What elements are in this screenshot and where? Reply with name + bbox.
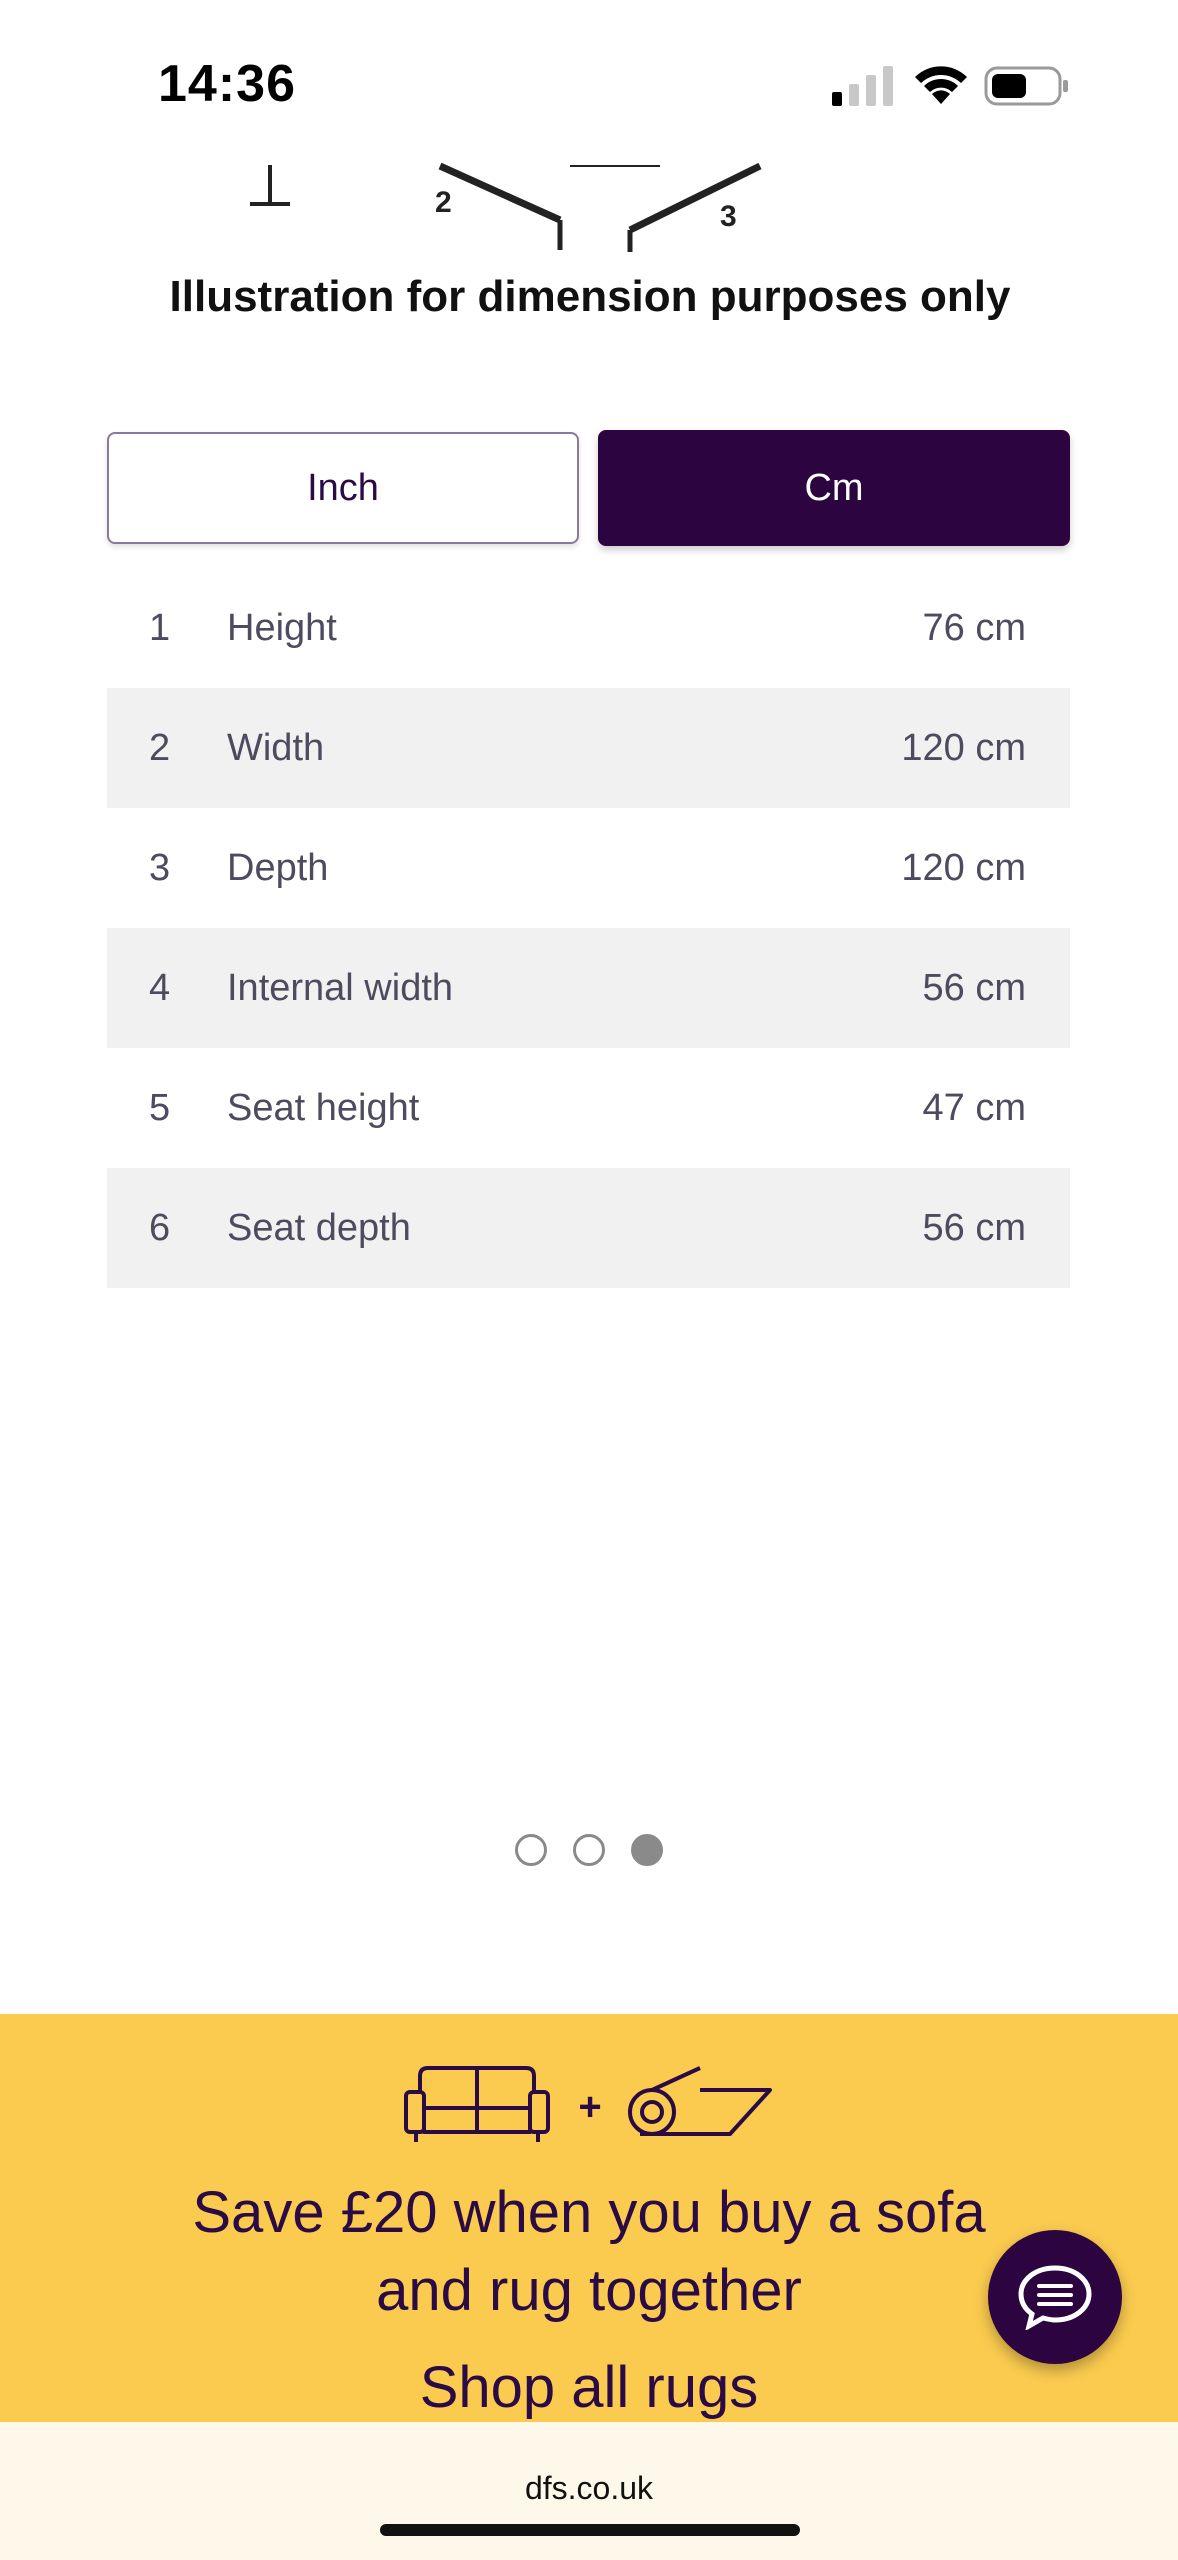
home-indicator[interactable]	[380, 2524, 800, 2536]
carousel-dot[interactable]	[573, 1834, 605, 1866]
carousel-dot-active[interactable]	[631, 1834, 663, 1866]
row-value: 56 cm	[922, 1206, 1026, 1249]
row-number: 1	[149, 606, 171, 649]
row-label: Seat height	[227, 1086, 420, 1129]
dimension-drawing: 2 3	[250, 162, 762, 252]
table-row: 1 Height 76 cm	[107, 568, 1070, 688]
row-value: 47 cm	[922, 1086, 1026, 1129]
row-number: 5	[149, 1086, 171, 1129]
shop-all-rugs-link[interactable]: Shop all rugs	[0, 2354, 1178, 2421]
cm-toggle-button[interactable]: Cm	[598, 430, 1070, 546]
row-label: Depth	[227, 846, 329, 889]
wifi-icon	[915, 66, 967, 104]
table-row: 2 Width 120 cm	[107, 688, 1070, 808]
url-text[interactable]: dfs.co.uk	[0, 2470, 1178, 2507]
row-value: 120 cm	[901, 726, 1026, 769]
row-label: Height	[227, 606, 337, 649]
signal-icon	[832, 66, 893, 106]
table-row: 4 Internal width 56 cm	[107, 928, 1070, 1048]
row-number: 2	[149, 726, 171, 769]
inch-toggle-button[interactable]: Inch	[107, 432, 579, 544]
row-number: 6	[149, 1206, 171, 1249]
battery-icon	[984, 66, 1068, 106]
browser-url-bar[interactable]: dfs.co.uk	[0, 2422, 1178, 2560]
marker-label-3: 3	[720, 200, 737, 233]
rug-icon	[628, 2066, 772, 2136]
illustration-caption: Illustration for dimension purposes only	[169, 272, 1011, 321]
sofa-icon	[404, 2066, 550, 2142]
row-number: 3	[149, 846, 171, 889]
dimensions-table: 1 Height 76 cm 2 Width 120 cm 3 Depth 12…	[107, 568, 1070, 1288]
row-label: Internal width	[227, 966, 454, 1009]
carousel-pagination	[0, 1834, 1178, 1866]
status-bar: 14:36	[0, 0, 1178, 160]
row-label: Seat depth	[227, 1206, 411, 1249]
row-value: 120 cm	[901, 846, 1026, 889]
marker-label-2: 2	[435, 186, 452, 219]
row-value: 56 cm	[922, 966, 1026, 1009]
table-row: 5 Seat height 47 cm	[107, 1048, 1070, 1168]
promo-icons: +	[404, 2066, 772, 2142]
chat-icon	[1018, 2265, 1092, 2330]
carousel-dot[interactable]	[515, 1834, 547, 1866]
promo-plus: +	[578, 2085, 601, 2129]
table-row: 6 Seat depth 56 cm	[107, 1168, 1070, 1288]
promo-line-1: Save £20 when you buy a sofa	[192, 2180, 986, 2245]
promo-banner: + Save £20 when you buy a sofa and rug t…	[0, 2014, 1178, 2424]
table-row: 3 Depth 120 cm	[107, 808, 1070, 928]
dimension-illustration: 2 3 Illustration for dimension purposes …	[140, 160, 1040, 340]
row-number: 4	[149, 966, 171, 1009]
chat-button[interactable]	[988, 2230, 1122, 2364]
status-time: 14:36	[158, 55, 296, 113]
row-value: 76 cm	[922, 606, 1026, 649]
row-label: Width	[227, 726, 325, 769]
